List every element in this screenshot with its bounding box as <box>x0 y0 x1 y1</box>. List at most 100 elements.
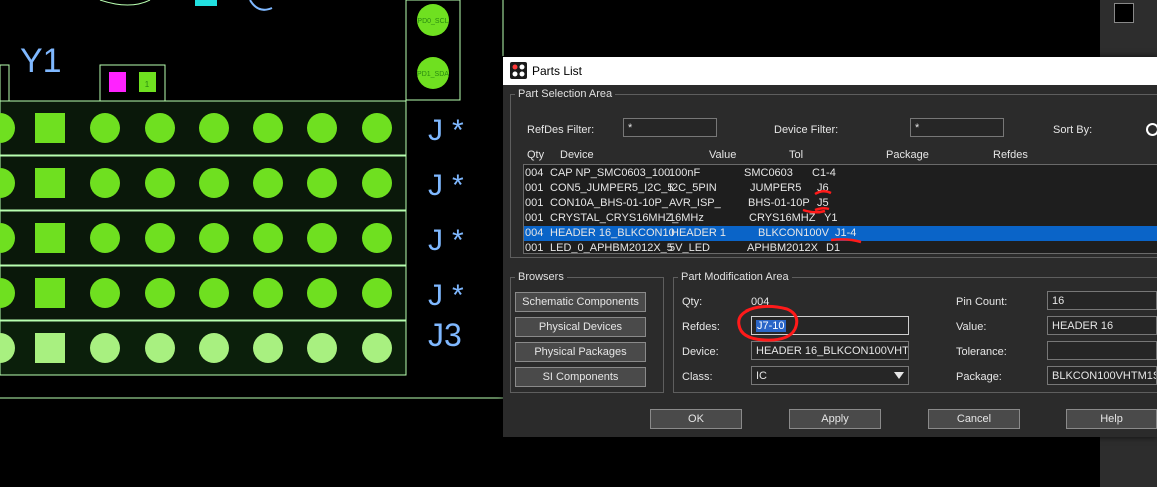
col-header-refdes[interactable]: Refdes <box>993 149 1028 161</box>
row-value: 100nF <box>669 167 701 179</box>
row-value: AVR_ISP_ <box>669 197 721 209</box>
pin-count-label: Pin Count: <box>956 296 1008 308</box>
part-modification-legend: Part Modification Area <box>681 271 789 283</box>
qty-label: Qty: <box>682 296 703 308</box>
header-pad-rows <box>0 100 407 376</box>
pad-small-label: 1 <box>145 80 150 89</box>
table-row[interactable]: 004 CAP NP_SMC0603_100 100nF SMC0603 C1-… <box>524 166 1157 181</box>
class-select-value: IC <box>756 370 767 382</box>
col-header-value[interactable]: Value <box>709 149 736 161</box>
device-field[interactable]: HEADER 16_BLKCON100VHTM1 <box>751 341 909 360</box>
round-pad <box>145 223 175 253</box>
round-pad <box>362 168 392 198</box>
round-pad <box>90 113 120 143</box>
value-label: Value: <box>956 321 987 333</box>
round-pad <box>362 333 392 363</box>
round-pad <box>145 168 175 198</box>
package-label: Package: <box>956 371 1002 383</box>
silk-asterisk-glyph: * <box>452 224 464 257</box>
tolerance-field[interactable] <box>1047 341 1157 360</box>
col-header-tol[interactable]: Tol <box>789 149 803 161</box>
round-pad <box>362 113 392 143</box>
round-pad <box>90 333 120 363</box>
package-field[interactable]: BLKCON100VHTM1SC <box>1047 366 1157 385</box>
value-field[interactable]: HEADER 16 <box>1047 316 1157 335</box>
class-select[interactable]: IC <box>751 366 909 385</box>
round-pad <box>362 278 392 308</box>
round-pad <box>307 168 337 198</box>
round-pad <box>199 113 229 143</box>
round-pad <box>307 278 337 308</box>
cyan-pad <box>195 0 217 6</box>
parts-list-dialog: Parts List Part Selection Area RefDes Fi… <box>503 57 1157 437</box>
table-row[interactable]: 001 CRYSTAL_CRYS16MHZ_ 16MHz CRYS16MHZ Y… <box>524 211 1157 226</box>
row-refdes: J6 <box>817 182 829 194</box>
row-refdes: D1 <box>826 242 841 254</box>
silk-asterisk-glyph: * <box>452 279 464 312</box>
silk-j-glyph: J <box>428 279 443 312</box>
help-button[interactable]: Help <box>1066 409 1157 429</box>
table-row[interactable]: 001 CON10A_BHS-01-10P_ AVR_ISP_ BHS-01-1… <box>524 196 1157 211</box>
round-pad <box>362 223 392 253</box>
row-value: 5V_LED <box>669 242 710 254</box>
col-header-qty[interactable]: Qty <box>527 149 544 161</box>
silk-j3: J3 <box>428 317 462 353</box>
row-package: SMC0603 <box>744 167 793 179</box>
round-pad <box>145 333 175 363</box>
silk-j-glyph: J <box>428 114 443 147</box>
parts-listbox[interactable]: 004 CAP NP_SMC0603_100 100nF SMC0603 C1-… <box>523 164 1157 254</box>
row-value: 16MHz <box>669 212 704 224</box>
col-header-package[interactable]: Package <box>886 149 929 161</box>
si-components-button[interactable]: SI Components <box>515 367 646 387</box>
round-pad <box>253 278 283 308</box>
refdes-input[interactable]: J7-10 <box>751 316 909 335</box>
layer-color-icon[interactable] <box>1114 3 1134 23</box>
cancel-button[interactable]: Cancel <box>928 409 1020 429</box>
row-package: BHS-01-10P <box>748 197 810 209</box>
class-label: Class: <box>682 371 713 383</box>
round-pad <box>253 223 283 253</box>
device-filter-input[interactable]: * <box>910 118 1004 137</box>
row-device: HEADER 16_BLKCON10 <box>550 227 675 239</box>
physical-packages-button[interactable]: Physical Packages <box>515 342 646 362</box>
refdes-filter-label: RefDes Filter: <box>527 124 595 136</box>
dialog-titlebar[interactable]: Parts List <box>503 57 1157 85</box>
refdes-input-value: J7-10 <box>756 320 786 332</box>
ok-button[interactable]: OK <box>650 409 742 429</box>
apply-button[interactable]: Apply <box>789 409 881 429</box>
row-device: CRYSTAL_CRYS16MHZ_ <box>550 212 679 224</box>
sort-by-radio[interactable] <box>1146 123 1157 136</box>
round-pad <box>307 333 337 363</box>
round-pad <box>199 168 229 198</box>
round-pad <box>307 113 337 143</box>
round-pad <box>307 223 337 253</box>
dialog-title: Parts List <box>532 64 583 78</box>
row-package: APHBM2012X <box>747 242 818 254</box>
physical-devices-button[interactable]: Physical Devices <box>515 317 646 337</box>
row-value: HEADER 1 <box>671 227 727 239</box>
row-value: I2C_5PIN <box>669 182 717 194</box>
device-label: Device: <box>682 346 719 358</box>
row-package: BLKCON100V <box>758 227 829 239</box>
row-package: JUMPER5 <box>750 182 802 194</box>
refdes-filter-input[interactable]: * <box>623 118 717 137</box>
schematic-components-button[interactable]: Schematic Components <box>515 292 646 312</box>
pad-sda-label: PD1_SDA <box>417 71 449 78</box>
browsers-legend: Browsers <box>518 271 564 283</box>
silk-y1: Y1 <box>20 42 62 80</box>
square-pad <box>35 278 65 308</box>
table-row-selected[interactable]: 004 HEADER 16_BLKCON10 HEADER 1 BLKCON10… <box>524 226 1157 241</box>
table-row[interactable]: 001 CON5_JUMPER5_I2C_5 I2C_5PIN JUMPER5 … <box>524 181 1157 196</box>
round-pad <box>90 278 120 308</box>
pin-count-field[interactable]: 16 <box>1047 291 1157 310</box>
square-pad <box>35 113 65 143</box>
round-pad <box>145 278 175 308</box>
refdes-label: Refdes: <box>682 321 720 333</box>
table-row[interactable]: 001 LED_0_APHBM2012X_5 5V_LED APHBM2012X… <box>524 241 1157 254</box>
row-device: CON5_JUMPER5_I2C_5 <box>550 182 674 194</box>
row-qty: 004 <box>525 227 544 239</box>
row-refdes: Y1 <box>824 212 838 224</box>
col-header-device[interactable]: Device <box>560 149 594 161</box>
row-qty: 004 <box>525 167 544 179</box>
round-pad <box>199 278 229 308</box>
